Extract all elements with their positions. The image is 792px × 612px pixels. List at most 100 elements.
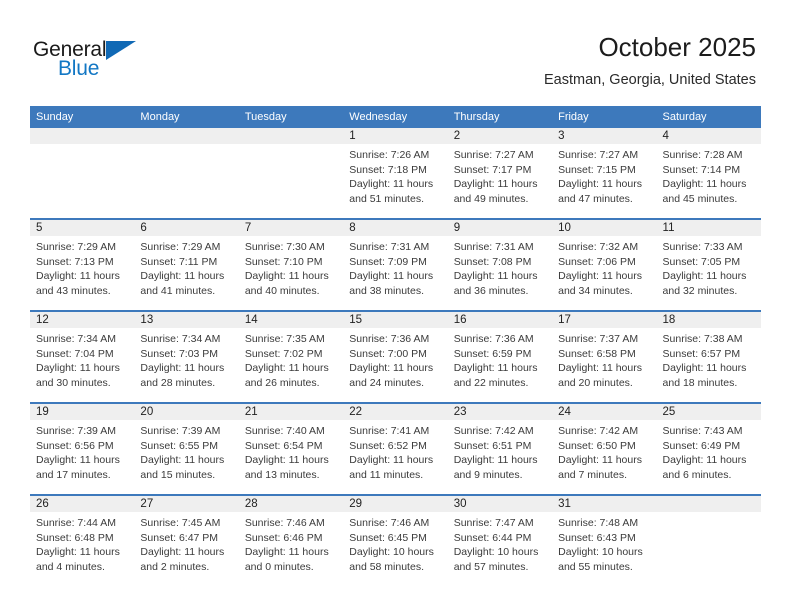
day-number: 19 [30, 404, 135, 420]
calendar-day-cell[interactable]: 17 Sunrise: 7:37 AM Sunset: 6:58 PM Dayligh… [552, 310, 657, 403]
calendar-day-cell[interactable]: 20 Sunrise: 7:39 AM Sunset: 6:55 PM Dayligh… [134, 402, 239, 495]
daylight-text-line1: Daylight: 11 hours [244, 270, 329, 283]
sunrise-text: Sunrise: 7:36 AM [349, 333, 430, 345]
sunset-text: Sunset: 7:05 PM [662, 255, 741, 268]
day-details: Sunrise: 7:40 AM Sunset: 6:54 PM Daylight:… [239, 420, 343, 482]
calendar-day-cell[interactable]: 31 Sunrise: 7:48 AM Sunset: 6:43 PM Dayligh… [552, 494, 657, 586]
sunrise-text: Sunrise: 7:40 AM [244, 425, 325, 437]
calendar-day-cell[interactable]: 14 Sunrise: 7:35 AM Sunset: 7:02 PM Dayligh… [238, 310, 344, 403]
calendar-day-cell-empty [656, 494, 761, 586]
calendar-week-row: 19 Sunrise: 7:39 AM Sunset: 6:56 PM Dayligh… [30, 402, 761, 495]
calendar-day-cell[interactable]: 4 Sunrise: 7:28 AM Sunset: 7:14 PM Daylight… [656, 128, 761, 219]
calendar-week-row: 12 Sunrise: 7:34 AM Sunset: 7:04 PM Dayligh… [30, 310, 761, 403]
calendar-day-cell[interactable]: 23 Sunrise: 7:42 AM Sunset: 6:51 PM Dayligh… [447, 402, 553, 495]
calendar-day-cell[interactable]: 7 Sunrise: 7:30 AM Sunset: 7:10 PM Daylight… [238, 218, 344, 311]
day-details: Sunrise: 7:46 AM Sunset: 6:45 PM Daylight:… [343, 512, 447, 574]
daylight-text-line2: and 18 minutes. [662, 376, 738, 389]
weekday-header-friday: Friday [552, 106, 657, 128]
day-details: Sunrise: 7:48 AM Sunset: 6:43 PM Daylight:… [552, 512, 656, 574]
daylight-text-line1: Daylight: 11 hours [558, 178, 642, 191]
calendar-day-cell[interactable]: 5 Sunrise: 7:29 AM Sunset: 7:13 PM Daylight… [30, 218, 135, 311]
daylight-text-line1: Daylight: 10 hours [558, 546, 643, 559]
daylight-text-line2: and 2 minutes. [140, 560, 210, 573]
day-number: 25 [656, 404, 761, 420]
sunset-text: Sunset: 6:58 PM [558, 347, 636, 360]
daylight-text-line2: and 41 minutes. [140, 284, 216, 297]
sunrise-text: Sunrise: 7:43 AM [662, 425, 743, 437]
sunrise-text: Sunrise: 7:34 AM [36, 333, 116, 345]
calendar-day-cell[interactable]: 2 Sunrise: 7:27 AM Sunset: 7:17 PM Daylight… [447, 128, 553, 219]
daylight-text-line2: and 38 minutes. [349, 284, 424, 297]
calendar-day-cell[interactable]: 18 Sunrise: 7:38 AM Sunset: 6:57 PM Dayligh… [656, 310, 761, 403]
calendar-day-cell[interactable]: 22 Sunrise: 7:41 AM Sunset: 6:52 PM Dayligh… [343, 402, 448, 495]
day-details: Sunrise: 7:31 AM Sunset: 7:09 PM Daylight:… [343, 236, 447, 298]
daylight-text-line1: Daylight: 11 hours [349, 454, 434, 467]
triangle-icon [106, 41, 136, 60]
sunrise-text: Sunrise: 7:33 AM [662, 241, 743, 253]
day-number: 7 [238, 220, 344, 236]
calendar-day-cell[interactable]: 30 Sunrise: 7:47 AM Sunset: 6:44 PM Dayligh… [447, 494, 553, 586]
daylight-text-line1: Daylight: 10 hours [453, 546, 539, 559]
sunset-text: Sunset: 7:03 PM [140, 347, 219, 360]
calendar-day-cell[interactable]: 3 Sunrise: 7:27 AM Sunset: 7:15 PM Daylight… [552, 128, 657, 219]
sunrise-text: Sunrise: 7:35 AM [244, 333, 325, 345]
calendar-day-cell[interactable]: 27 Sunrise: 7:45 AM Sunset: 6:47 PM Dayligh… [134, 494, 239, 586]
calendar-day-cell[interactable]: 26 Sunrise: 7:44 AM Sunset: 6:48 PM Dayligh… [30, 494, 135, 586]
calendar-day-cell[interactable]: 15 Sunrise: 7:36 AM Sunset: 7:00 PM Dayligh… [343, 310, 448, 403]
sunset-text: Sunset: 7:13 PM [36, 255, 114, 268]
daylight-text-line1: Daylight: 11 hours [558, 270, 642, 283]
daylight-text-line2: and 28 minutes. [140, 376, 216, 389]
sunrise-text: Sunrise: 7:45 AM [140, 517, 221, 529]
calendar-day-cell[interactable]: 6 Sunrise: 7:29 AM Sunset: 7:11 PM Daylight… [134, 218, 239, 311]
calendar-day-cell[interactable]: 10 Sunrise: 7:32 AM Sunset: 7:06 PM Dayligh… [552, 218, 657, 311]
calendar-body: 1 Sunrise: 7:26 AM Sunset: 7:18 PM Daylight… [30, 128, 761, 586]
calendar-day-cell[interactable]: 28 Sunrise: 7:46 AM Sunset: 6:46 PM Dayligh… [238, 494, 344, 586]
logo-text-blue: Blue [58, 57, 100, 80]
day-details: Sunrise: 7:39 AM Sunset: 6:55 PM Daylight:… [134, 420, 238, 482]
calendar-day-cell[interactable]: 19 Sunrise: 7:39 AM Sunset: 6:56 PM Dayligh… [30, 402, 135, 495]
daylight-text-line2: and 57 minutes. [453, 560, 529, 573]
day-number: 20 [134, 404, 239, 420]
sunrise-text: Sunrise: 7:30 AM [244, 241, 325, 253]
sunrise-text: Sunrise: 7:42 AM [453, 425, 534, 437]
sunrise-text: Sunrise: 7:31 AM [453, 241, 534, 253]
general-blue-logo[interactable]: General Blue [33, 38, 163, 84]
day-details: Sunrise: 7:42 AM Sunset: 6:51 PM Daylight:… [448, 420, 552, 482]
calendar-day-cell[interactable]: 12 Sunrise: 7:34 AM Sunset: 7:04 PM Dayligh… [30, 310, 135, 403]
calendar-day-cell[interactable]: 9 Sunrise: 7:31 AM Sunset: 7:08 PM Daylight… [447, 218, 553, 311]
calendar-day-cell[interactable]: 16 Sunrise: 7:36 AM Sunset: 6:59 PM Dayligh… [447, 310, 553, 403]
day-number: 6 [134, 220, 239, 236]
sunrise-text: Sunrise: 7:47 AM [453, 517, 534, 529]
day-number: 21 [238, 404, 344, 420]
calendar-day-cell[interactable]: 21 Sunrise: 7:40 AM Sunset: 6:54 PM Dayligh… [238, 402, 344, 495]
daylight-text-line2: and 9 minutes. [453, 468, 523, 481]
daylight-text-line2: and 11 minutes. [349, 468, 424, 481]
day-number: 2 [447, 128, 553, 144]
day-number [656, 496, 761, 512]
calendar-day-cell[interactable]: 13 Sunrise: 7:34 AM Sunset: 7:03 PM Dayligh… [134, 310, 239, 403]
sunset-text: Sunset: 6:59 PM [453, 347, 532, 360]
calendar-day-cell[interactable]: 11 Sunrise: 7:33 AM Sunset: 7:05 PM Dayligh… [656, 218, 761, 311]
daylight-text-line1: Daylight: 11 hours [662, 178, 747, 191]
weekday-header-sunday: Sunday [30, 106, 135, 128]
calendar-week-row: 1 Sunrise: 7:26 AM Sunset: 7:18 PM Daylight… [30, 128, 761, 219]
sunrise-text: Sunrise: 7:27 AM [453, 149, 534, 161]
calendar-day-cell[interactable]: 24 Sunrise: 7:42 AM Sunset: 6:50 PM Dayligh… [552, 402, 657, 495]
sunrise-text: Sunrise: 7:44 AM [36, 517, 116, 529]
sunset-text: Sunset: 7:11 PM [140, 255, 218, 268]
calendar-day-cell[interactable]: 8 Sunrise: 7:31 AM Sunset: 7:09 PM Daylight… [343, 218, 448, 311]
calendar-week-row: 5 Sunrise: 7:29 AM Sunset: 7:13 PM Daylight… [30, 218, 761, 311]
calendar-day-cell-empty [134, 128, 239, 219]
day-details: Sunrise: 7:33 AM Sunset: 7:05 PM Daylight:… [657, 236, 761, 298]
calendar-day-cell[interactable]: 25 Sunrise: 7:43 AM Sunset: 6:49 PM Dayligh… [656, 402, 761, 495]
calendar-day-cell[interactable]: 1 Sunrise: 7:26 AM Sunset: 7:18 PM Daylight… [343, 128, 448, 219]
daylight-text-line1: Daylight: 11 hours [558, 454, 642, 467]
sunset-text: Sunset: 7:10 PM [244, 255, 323, 268]
calendar-day-cell[interactable]: 29 Sunrise: 7:46 AM Sunset: 6:45 PM Dayligh… [343, 494, 448, 586]
day-details: Sunrise: 7:44 AM Sunset: 6:48 PM Daylight:… [30, 512, 134, 574]
sunrise-text: Sunrise: 7:36 AM [453, 333, 534, 345]
daylight-text-line2: and 34 minutes. [558, 284, 633, 297]
daylight-text-line2: and 17 minutes. [36, 468, 111, 481]
day-number: 24 [552, 404, 657, 420]
sunset-text: Sunset: 7:04 PM [36, 347, 114, 360]
